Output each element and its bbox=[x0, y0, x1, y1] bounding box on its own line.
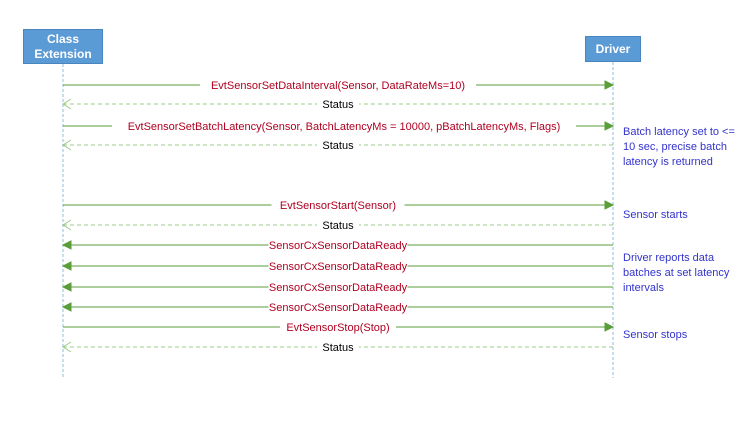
message-label: EvtSensorStop(Stop) bbox=[286, 322, 389, 334]
message-label: Status bbox=[322, 342, 354, 354]
message-label: Status bbox=[322, 140, 354, 152]
message-label: Status bbox=[322, 99, 354, 111]
message-arrowhead bbox=[604, 200, 615, 210]
message-label: EvtSensorSetDataInterval(Sensor, DataRat… bbox=[211, 80, 465, 92]
message-arrowhead bbox=[604, 121, 615, 131]
note-driver-reports: Driver reports data batches at set laten… bbox=[623, 252, 730, 294]
message-arrowhead bbox=[604, 80, 615, 90]
message-label: EvtSensorSetBatchLatency(Sensor, BatchLa… bbox=[128, 121, 561, 133]
note-sensor-stops: Sensor stops bbox=[623, 329, 688, 341]
message-label: SensorCxSensorDataReady bbox=[269, 240, 408, 252]
message-label: Status bbox=[322, 220, 354, 232]
message-label: SensorCxSensorDataReady bbox=[269, 261, 408, 273]
note-batch-latency: Batch latency set to <= 10 sec, precise … bbox=[623, 126, 735, 168]
messages-group: EvtSensorSetDataInterval(Sensor, DataRat… bbox=[61, 77, 615, 354]
message-arrowhead bbox=[61, 302, 72, 312]
message-arrowhead bbox=[61, 282, 72, 292]
note-sensor-starts: Sensor starts bbox=[623, 209, 688, 221]
message-label: SensorCxSensorDataReady bbox=[269, 282, 408, 294]
message-label: EvtSensorStart(Sensor) bbox=[280, 200, 396, 212]
message-arrowhead bbox=[61, 261, 72, 271]
message-arrowhead bbox=[604, 322, 615, 332]
message-arrowhead bbox=[61, 240, 72, 250]
message-label: SensorCxSensorDataReady bbox=[269, 302, 408, 314]
